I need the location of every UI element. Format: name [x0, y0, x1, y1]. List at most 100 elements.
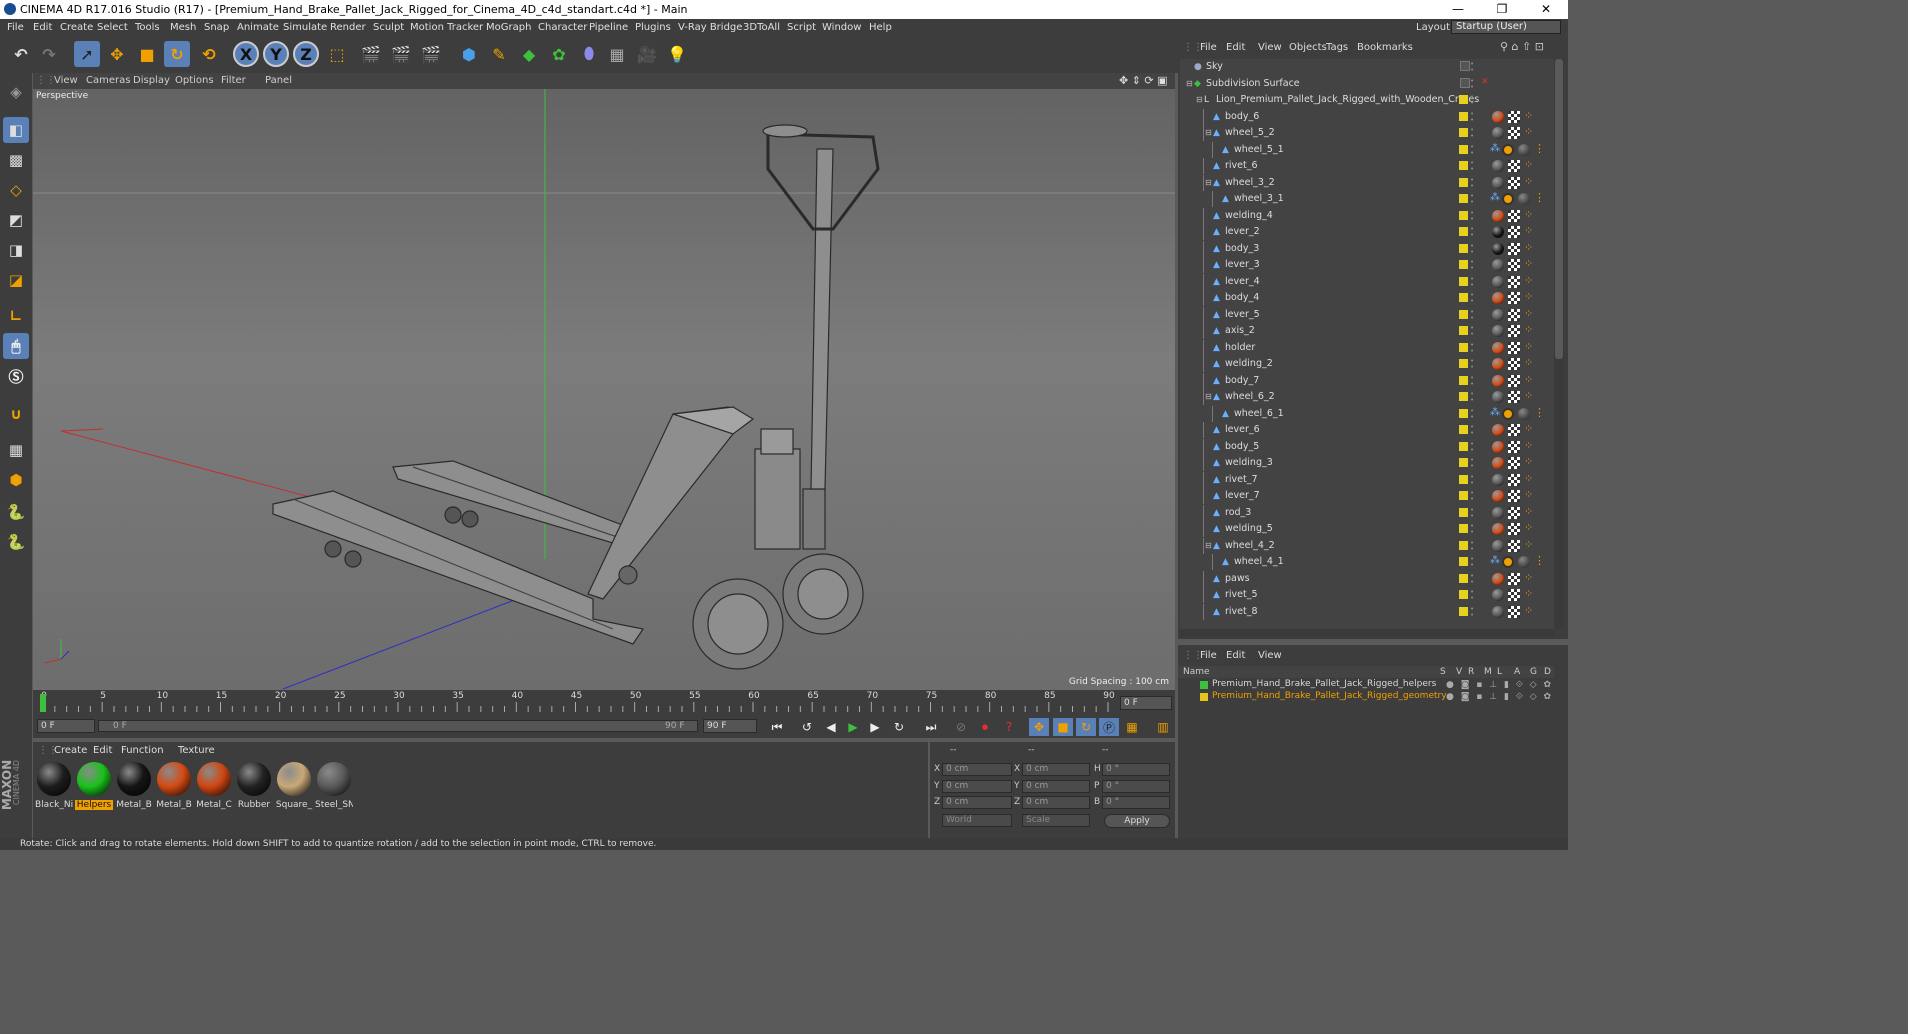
menu-animate[interactable]: Animate [237, 22, 279, 33]
weight-tag-icon[interactable]: ⁘ [1524, 324, 1533, 336]
weight-tag-icon[interactable]: ⁘ [1524, 175, 1533, 188]
viewport-menu-view[interactable]: View [54, 75, 78, 86]
viewport-menu-options[interactable]: Options [175, 75, 214, 86]
layer-color-swatch[interactable] [1200, 681, 1208, 689]
object-row[interactable]: ▲ lever_3 • • ⁘ [1180, 257, 1554, 274]
weight-tag-icon[interactable]: ⁘ [1524, 505, 1533, 518]
object-row[interactable]: ⊟ ▲ wheel_4_2 • • ⁘ [1180, 537, 1554, 555]
visibility-dots-icon[interactable]: • • [1470, 176, 1476, 189]
weight-tag-icon[interactable]: ⁘ [1524, 109, 1533, 122]
minimize-button[interactable]: — [1436, 0, 1480, 19]
texture-tag-icon[interactable] [1508, 374, 1520, 387]
viewport-menu-cameras[interactable]: Cameras [86, 75, 130, 86]
weight-tag-icon[interactable]: ⁘ [1524, 159, 1533, 171]
y-axis-lock-button[interactable]: Y [263, 41, 289, 67]
object-row[interactable]: ▲ paws • • ⁘ [1180, 570, 1554, 588]
cube-icon[interactable]: ⬢ [456, 41, 482, 67]
object-row[interactable]: ⊟ ◆ Subdivision Surface • • ✕ [1180, 76, 1554, 93]
visibility-dots-icon[interactable]: • • [1470, 589, 1476, 602]
coord-size-field[interactable]: 0 cm [1022, 779, 1090, 793]
layer-column-g[interactable]: G [1530, 667, 1537, 677]
constraint-tag-icon[interactable] [1502, 193, 1514, 205]
coordinate-system-icon[interactable]: ⬚ [324, 41, 350, 67]
texture-tag-icon[interactable] [1508, 308, 1520, 321]
autokey-icon[interactable]: ? [999, 718, 1019, 736]
tree-collapse-icon[interactable]: ⊟ [1186, 79, 1193, 88]
object-menu-tags[interactable]: Tags [1326, 42, 1348, 53]
deactivated-x-icon[interactable]: ✕ [1481, 77, 1489, 87]
material-tag-icon[interactable] [1492, 110, 1504, 123]
object-row[interactable]: ▲ welding_3 • • ⁘ [1180, 455, 1554, 472]
material-tag-icon[interactable] [1492, 589, 1504, 601]
material-tag-icon[interactable] [1492, 292, 1504, 304]
visibility-dots-icon[interactable]: • • [1470, 539, 1476, 552]
visibility-dots-icon[interactable]: • • [1470, 325, 1476, 338]
layer-color-swatch[interactable] [1200, 693, 1208, 701]
texture-mode-icon[interactable]: ▩ [3, 147, 29, 173]
material-tag-icon[interactable] [1492, 424, 1504, 436]
object-row[interactable]: ▲ wheel_3_1 • • ⁂ ⋮ [1180, 191, 1554, 208]
coord-rotation-field[interactable]: 0 ° [1102, 779, 1170, 793]
object-row[interactable]: ▲ body_6 • • ⁘ [1180, 108, 1554, 126]
material-tag-icon[interactable] [1492, 226, 1504, 238]
coord-position-field[interactable]: 0 cm [942, 779, 1012, 793]
weight-tag-icon[interactable]: ⋮ [1534, 555, 1545, 567]
weight-tag-icon[interactable]: ⁘ [1524, 274, 1533, 287]
menu-help[interactable]: Help [869, 22, 892, 33]
constraint-tag-icon[interactable] [1502, 407, 1514, 420]
ik-tag-icon[interactable]: ⁂ [1490, 192, 1500, 203]
constraint-tag-icon[interactable] [1502, 143, 1514, 156]
object-row[interactable]: ▲ holder • • ⁘ [1180, 339, 1554, 357]
weight-tag-icon[interactable]: ⁘ [1524, 456, 1533, 468]
layer-menu-file[interactable]: File [1200, 650, 1217, 661]
ik-tag-icon[interactable]: ⁂ [1490, 555, 1500, 566]
material-tag-icon[interactable] [1492, 572, 1504, 585]
material-swatch[interactable]: Steel_SN [315, 762, 353, 826]
apply-button[interactable]: Apply [1104, 814, 1170, 828]
record-position-icon[interactable]: ⊘ [951, 718, 971, 736]
weight-tag-icon[interactable]: ⁘ [1524, 489, 1533, 501]
texture-tag-icon[interactable] [1508, 160, 1520, 172]
material-tag-icon[interactable] [1492, 440, 1504, 453]
menu-sculpt[interactable]: Sculpt [373, 22, 404, 33]
material-menu-texture[interactable]: Texture [178, 745, 215, 756]
material-menu-create[interactable]: Create [54, 745, 87, 756]
visibility-dots-icon[interactable]: • • [1470, 490, 1476, 503]
object-row[interactable]: ▲ axis_2 • • ⁘ [1180, 323, 1554, 340]
floor-icon[interactable]: ▦ [604, 41, 630, 67]
move-icon[interactable]: ✥ [104, 41, 130, 67]
snap-icon[interactable]: ∪ [3, 401, 29, 427]
material-menu-edit[interactable]: Edit [93, 745, 112, 756]
layer-column-d[interactable]: D [1544, 667, 1551, 677]
layout-select[interactable]: Startup (User) [1451, 20, 1561, 34]
layer-flags-icons[interactable]: ● ◙ ▪ ⊥ ▮ ⟐ ◇ ✿ [1446, 692, 1553, 702]
weight-tag-icon[interactable]: ⋮ [1534, 142, 1545, 155]
texture-tag-icon[interactable] [1508, 424, 1520, 436]
menu-script[interactable]: Script [787, 22, 816, 33]
next-key-icon[interactable]: ↻ [889, 718, 909, 736]
texture-tag-icon[interactable] [1508, 391, 1520, 403]
visibility-dots-icon[interactable]: • • [1470, 407, 1476, 420]
visibility-dots-icon[interactable]: • • [1470, 77, 1476, 90]
texture-tag-icon[interactable] [1508, 473, 1520, 486]
coord-position-field[interactable]: 0 cm [942, 763, 1012, 776]
object-row[interactable]: ⊟ ▲ wheel_6_2 • • ⁘ [1180, 389, 1554, 406]
weight-tag-icon[interactable]: ⁘ [1524, 439, 1533, 452]
weight-tag-icon[interactable]: ⁘ [1524, 588, 1533, 600]
weight-tag-icon[interactable]: ⁘ [1524, 225, 1533, 237]
edges-mode-icon[interactable]: ◨ [3, 237, 29, 263]
material-tag-icon[interactable] [1518, 407, 1530, 420]
weight-tag-icon[interactable]: ⋮ [1534, 192, 1545, 204]
weight-tag-icon[interactable]: ⁘ [1524, 126, 1533, 138]
visibility-dots-icon[interactable]: • • [1470, 358, 1476, 371]
visibility-dots-icon[interactable]: • • [1470, 94, 1476, 107]
weight-tag-icon[interactable]: ⁘ [1524, 390, 1533, 402]
object-row[interactable]: ▲ rivet_5 • • ⁘ [1180, 587, 1554, 604]
tweak-mode-icon[interactable]: 🖱 [3, 333, 29, 359]
visibility-dots-icon[interactable]: • • [1470, 61, 1476, 74]
texture-tag-icon[interactable] [1508, 242, 1520, 255]
spline-pen-icon[interactable]: ✎ [486, 41, 512, 67]
layer-column-name[interactable]: Name [1183, 667, 1210, 677]
planar-workplane-icon[interactable]: ⬢ [3, 467, 29, 493]
layer-row[interactable]: Premium_Hand_Brake_Pallet_Jack_Rigged_ge… [1180, 691, 1554, 703]
